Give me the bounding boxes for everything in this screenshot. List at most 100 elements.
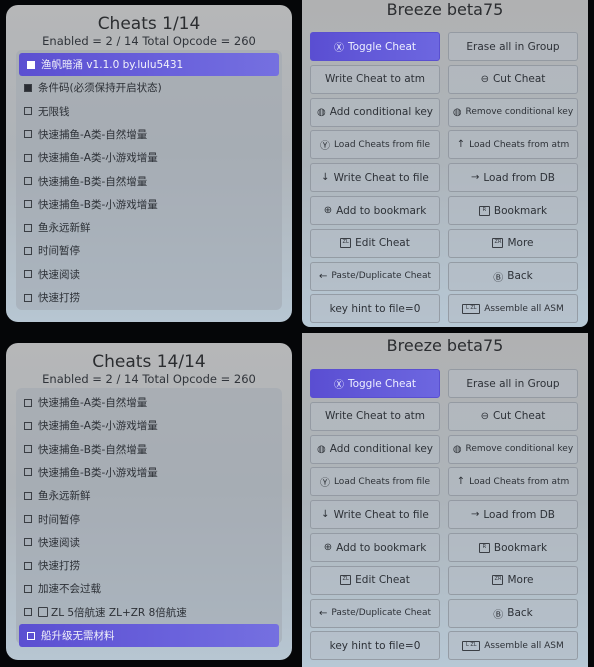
checkbox-icon[interactable] bbox=[24, 107, 32, 116]
toggle-cheat-button[interactable]: Ⓧ Toggle Cheat bbox=[310, 369, 440, 398]
edit-cheat-button[interactable]: ZL Edit Cheat bbox=[310, 228, 440, 258]
checkbox-icon[interactable] bbox=[24, 153, 32, 162]
checkbox-icon[interactable] bbox=[24, 468, 32, 477]
cheat-item[interactable]: 无限钱 bbox=[16, 100, 282, 123]
button-label: Erase all in Group bbox=[466, 377, 560, 390]
load-cheats-from-atm-button[interactable]: ↑ Load Cheats from atm bbox=[448, 130, 578, 160]
cheat-item-label: 快速捕鱼-A类-自然增量 bbox=[38, 397, 148, 409]
write-cheat-to-file-button[interactable]: ↓ Write Cheat to file bbox=[310, 163, 440, 193]
remove-conditional-key-button[interactable]: ◍ Remove conditional key bbox=[448, 97, 578, 127]
cheat-item[interactable]: 条件码(必须保持开启状态) bbox=[16, 76, 282, 99]
load-from-db-button[interactable]: → Load from DB bbox=[448, 163, 578, 193]
cheat-item[interactable]: 时间暂停 bbox=[16, 239, 282, 262]
cheats-title: Cheats 14/14 bbox=[92, 352, 206, 372]
checkbox-icon[interactable] bbox=[24, 421, 32, 430]
cheat-item[interactable]: 快速阅读 bbox=[16, 531, 282, 554]
cheat-item[interactable]: 快速捕鱼-A类-小游戏增量 bbox=[16, 146, 282, 169]
cut-cheat-button[interactable]: ⊖ Cut Cheat bbox=[448, 64, 578, 94]
button-label: key hint to file=0 bbox=[329, 639, 421, 652]
paste-duplicate-cheat-button[interactable]: ← Paste/Duplicate Cheat bbox=[310, 261, 440, 291]
cheat-item-label: 快速捕鱼-B类-小游戏增量 bbox=[38, 466, 158, 479]
back-button[interactable]: Ⓑ Back bbox=[448, 598, 578, 628]
remove-conditional-key-button[interactable]: ◍ Remove conditional key bbox=[448, 434, 578, 464]
load-from-db-button[interactable]: → Load from DB bbox=[448, 500, 578, 530]
cheat-item[interactable]: 快速捕鱼-A类-小游戏增量 bbox=[16, 414, 282, 437]
bookmark-button[interactable]: R Bookmark bbox=[448, 533, 578, 562]
toggle-cheat-button[interactable]: Ⓧ Toggle Cheat bbox=[310, 32, 440, 61]
checkbox-icon[interactable] bbox=[24, 223, 32, 232]
checkbox-icon[interactable] bbox=[27, 631, 35, 640]
checkbox-icon[interactable] bbox=[24, 246, 32, 255]
cheat-item[interactable]: 渔帆暗涌 v1.1.0 by.lulu5431 bbox=[19, 53, 279, 76]
checkbox-icon[interactable] bbox=[24, 270, 32, 279]
button-label: Toggle Cheat bbox=[347, 377, 417, 390]
button-label: Back bbox=[507, 270, 533, 283]
checkbox-icon[interactable] bbox=[24, 584, 32, 593]
checkbox-icon[interactable] bbox=[24, 491, 32, 500]
checkbox-icon[interactable] bbox=[24, 538, 32, 547]
cheat-item[interactable]: 快速捕鱼-B类-自然增量 bbox=[16, 170, 282, 193]
paste-duplicate-cheat-button[interactable]: ← Paste/Duplicate Cheat bbox=[310, 598, 440, 628]
back-button[interactable]: Ⓑ Back bbox=[448, 261, 578, 291]
cheat-item[interactable]: ZL 5倍航速 ZL+ZR 8倍航速 bbox=[16, 601, 282, 624]
checkbox-icon[interactable] bbox=[24, 177, 32, 185]
key-hint-to-file-0-button[interactable]: key hint to file=0 bbox=[310, 631, 440, 661]
button-label: Cut Cheat bbox=[492, 73, 546, 86]
cheat-item[interactable]: 快速捕鱼-B类-小游戏增量 bbox=[16, 461, 282, 484]
button-label: Edit Cheat bbox=[355, 574, 410, 587]
plus-button-icon: ⊕ bbox=[323, 542, 333, 553]
erase-all-in-group-button[interactable]: Erase all in Group bbox=[448, 32, 578, 61]
dpad-left-icon: ← bbox=[318, 270, 328, 282]
more-button[interactable]: ZR More bbox=[448, 565, 578, 595]
button-label: Cut Cheat bbox=[492, 410, 546, 423]
checkbox-checked-icon[interactable] bbox=[27, 60, 35, 69]
load-cheats-from-file-button[interactable]: Ⓨ Load Cheats from file bbox=[310, 130, 440, 160]
write-cheat-to-atm-button[interactable]: Write Cheat to atm bbox=[310, 64, 440, 94]
erase-all-in-group-button[interactable]: Erase all in Group bbox=[448, 369, 578, 398]
cheat-item[interactable]: 船升级无需材料 bbox=[19, 624, 279, 647]
cheat-item[interactable]: 快速打捞 bbox=[16, 286, 282, 309]
checkbox-icon[interactable] bbox=[24, 515, 32, 523]
add-conditional-key-button[interactable]: ◍ Add conditional key bbox=[310, 434, 440, 464]
checkbox-icon[interactable] bbox=[24, 608, 32, 617]
dpad-down-icon: ↓ bbox=[321, 509, 330, 521]
write-cheat-to-atm-button[interactable]: Write Cheat to atm bbox=[310, 401, 440, 431]
button-label: More bbox=[507, 237, 534, 250]
checkbox-icon[interactable] bbox=[24, 445, 32, 454]
cut-cheat-button[interactable]: ⊖ Cut Cheat bbox=[448, 401, 578, 431]
cheat-item[interactable]: 快速阅读 bbox=[16, 263, 282, 286]
bookmark-button[interactable]: R Bookmark bbox=[448, 196, 578, 225]
checkbox-icon[interactable] bbox=[24, 130, 32, 139]
cheat-item[interactable]: 快速捕鱼-B类-小游戏增量 bbox=[16, 193, 282, 216]
cheat-item-label: 快速阅读 bbox=[38, 536, 80, 549]
more-button[interactable]: ZR More bbox=[448, 228, 578, 258]
cheat-item[interactable]: 加速不会过载 bbox=[16, 577, 282, 600]
load-cheats-from-file-button[interactable]: Ⓨ Load Cheats from file bbox=[310, 467, 440, 497]
checkbox-icon[interactable] bbox=[24, 561, 32, 570]
zr-button-icon: ZR bbox=[492, 575, 504, 586]
assemble-all-asm-button[interactable]: L ZL Assemble all ASM bbox=[448, 294, 578, 324]
cheat-item[interactable]: 鱼永远新鲜 bbox=[16, 484, 282, 507]
l-zl-button-icon: L ZL bbox=[462, 303, 481, 314]
cheat-item[interactable]: 快速捕鱼-B类-自然增量 bbox=[16, 438, 282, 461]
cheat-item[interactable]: 快速打捞 bbox=[16, 554, 282, 577]
cheat-item[interactable]: 鱼永远新鲜 bbox=[16, 216, 282, 239]
button-label: Erase all in Group bbox=[466, 40, 560, 53]
add-conditional-key-button[interactable]: ◍ Add conditional key bbox=[310, 97, 440, 127]
edit-cheat-button[interactable]: ZL Edit Cheat bbox=[310, 565, 440, 595]
cheat-item[interactable]: 快速捕鱼-A类-自然增量 bbox=[16, 123, 282, 146]
load-cheats-from-atm-button[interactable]: ↑ Load Cheats from atm bbox=[448, 467, 578, 497]
write-cheat-to-file-button[interactable]: ↓ Write Cheat to file bbox=[310, 500, 440, 530]
button-label: Paste/Duplicate Cheat bbox=[331, 271, 432, 282]
button-label: Paste/Duplicate Cheat bbox=[331, 608, 432, 619]
checkbox-icon[interactable] bbox=[24, 200, 32, 209]
key-hint-to-file-0-button[interactable]: key hint to file=0 bbox=[310, 294, 440, 324]
assemble-all-asm-button[interactable]: L ZL Assemble all ASM bbox=[448, 631, 578, 661]
checkbox-icon[interactable] bbox=[24, 398, 32, 407]
cheat-item[interactable]: 时间暂停 bbox=[16, 508, 282, 531]
checkbox-icon[interactable] bbox=[24, 293, 32, 302]
cheat-item[interactable]: 快速捕鱼-A类-自然增量 bbox=[16, 391, 282, 414]
checkbox-checked-icon[interactable] bbox=[24, 83, 32, 92]
add-to-bookmark-button[interactable]: ⊕ Add to bookmark bbox=[310, 533, 440, 562]
add-to-bookmark-button[interactable]: ⊕ Add to bookmark bbox=[310, 196, 440, 225]
